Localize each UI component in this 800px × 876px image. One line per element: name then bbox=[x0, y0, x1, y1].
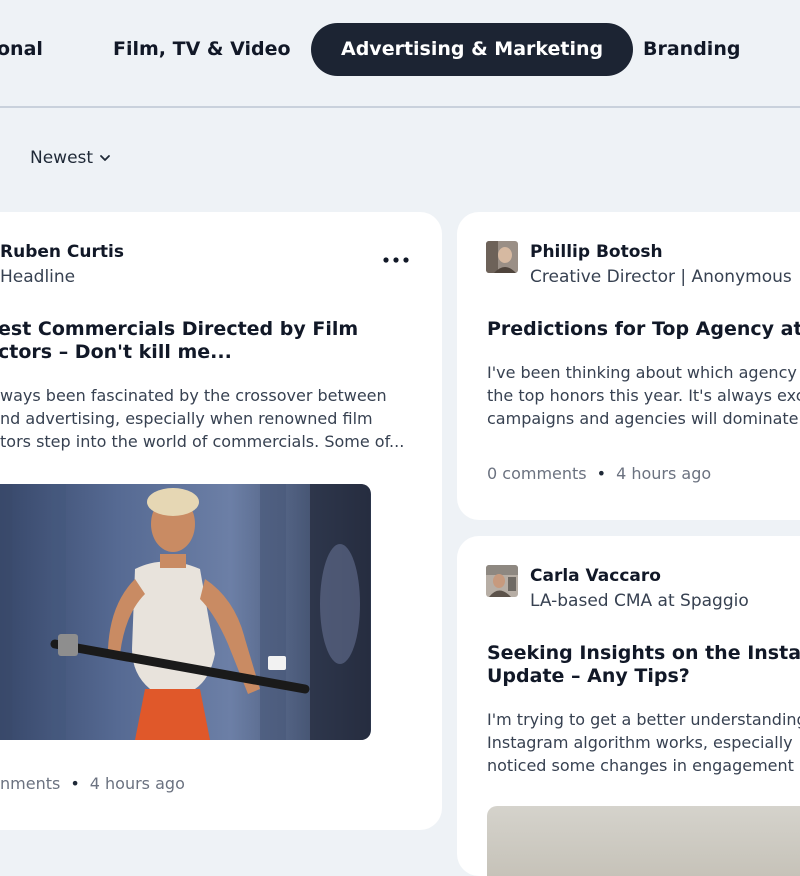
author-subtitle: LA-based CMA at Spaggio bbox=[530, 591, 749, 611]
post-card[interactable]: Carla Vaccaro LA-based CMA at Spaggio Se… bbox=[457, 536, 800, 876]
category-tabs: onal Film, TV & Video Advertising & Mark… bbox=[0, 0, 800, 108]
post-title[interactable]: est Commercials Directed by Film ctors –… bbox=[0, 318, 438, 364]
post-excerpt: ways been fascinated by the crossover be… bbox=[0, 386, 405, 451]
meta-separator: • bbox=[596, 464, 607, 483]
post-excerpt: I've been thinking about which agency th… bbox=[487, 363, 800, 428]
author-subtitle: Creative Director | Anonymous bbox=[530, 267, 792, 287]
post-excerpt: I'm trying to get a better understanding… bbox=[487, 710, 800, 775]
sort-label: Newest bbox=[30, 148, 94, 168]
tab-film-tv-video[interactable]: Film, TV & Video bbox=[113, 23, 291, 76]
more-horizontal-icon[interactable] bbox=[382, 255, 410, 265]
tab-branding[interactable]: Branding bbox=[643, 23, 740, 76]
runner-photo bbox=[0, 484, 371, 740]
tab-professional[interactable]: onal bbox=[0, 23, 43, 76]
post-title[interactable]: Seeking Insights on the Instagrar Update… bbox=[487, 642, 800, 688]
meta-separator: • bbox=[70, 774, 80, 793]
post-card[interactable]: Ruben Curtis Headline est Commercials Di… bbox=[0, 212, 442, 830]
author-name[interactable]: Phillip Botosh bbox=[530, 242, 663, 262]
comments-link[interactable]: 0 comments bbox=[487, 464, 587, 483]
sort-dropdown[interactable]: Newest bbox=[30, 148, 111, 168]
post-time: 4 hours ago bbox=[89, 774, 185, 793]
post-image[interactable] bbox=[0, 484, 371, 740]
post-meta: nments • 4 hours ago bbox=[0, 774, 185, 793]
avatar[interactable] bbox=[486, 565, 518, 597]
post-image[interactable] bbox=[487, 806, 800, 876]
post-card[interactable]: Phillip Botosh Creative Director | Anony… bbox=[457, 212, 800, 520]
author-subtitle: Headline bbox=[0, 267, 76, 287]
comments-link[interactable]: nments bbox=[0, 774, 60, 793]
post-time: 4 hours ago bbox=[616, 464, 712, 483]
avatar[interactable] bbox=[486, 241, 518, 273]
post-meta: 0 comments • 4 hours ago bbox=[487, 464, 711, 483]
post-title[interactable]: Predictions for Top Agency at Ca bbox=[487, 318, 800, 341]
chevron-down-icon bbox=[100, 155, 110, 161]
author-name[interactable]: Carla Vaccaro bbox=[530, 566, 661, 586]
tab-advertising-marketing[interactable]: Advertising & Marketing bbox=[311, 23, 634, 76]
author-name[interactable]: Ruben Curtis bbox=[0, 242, 124, 262]
